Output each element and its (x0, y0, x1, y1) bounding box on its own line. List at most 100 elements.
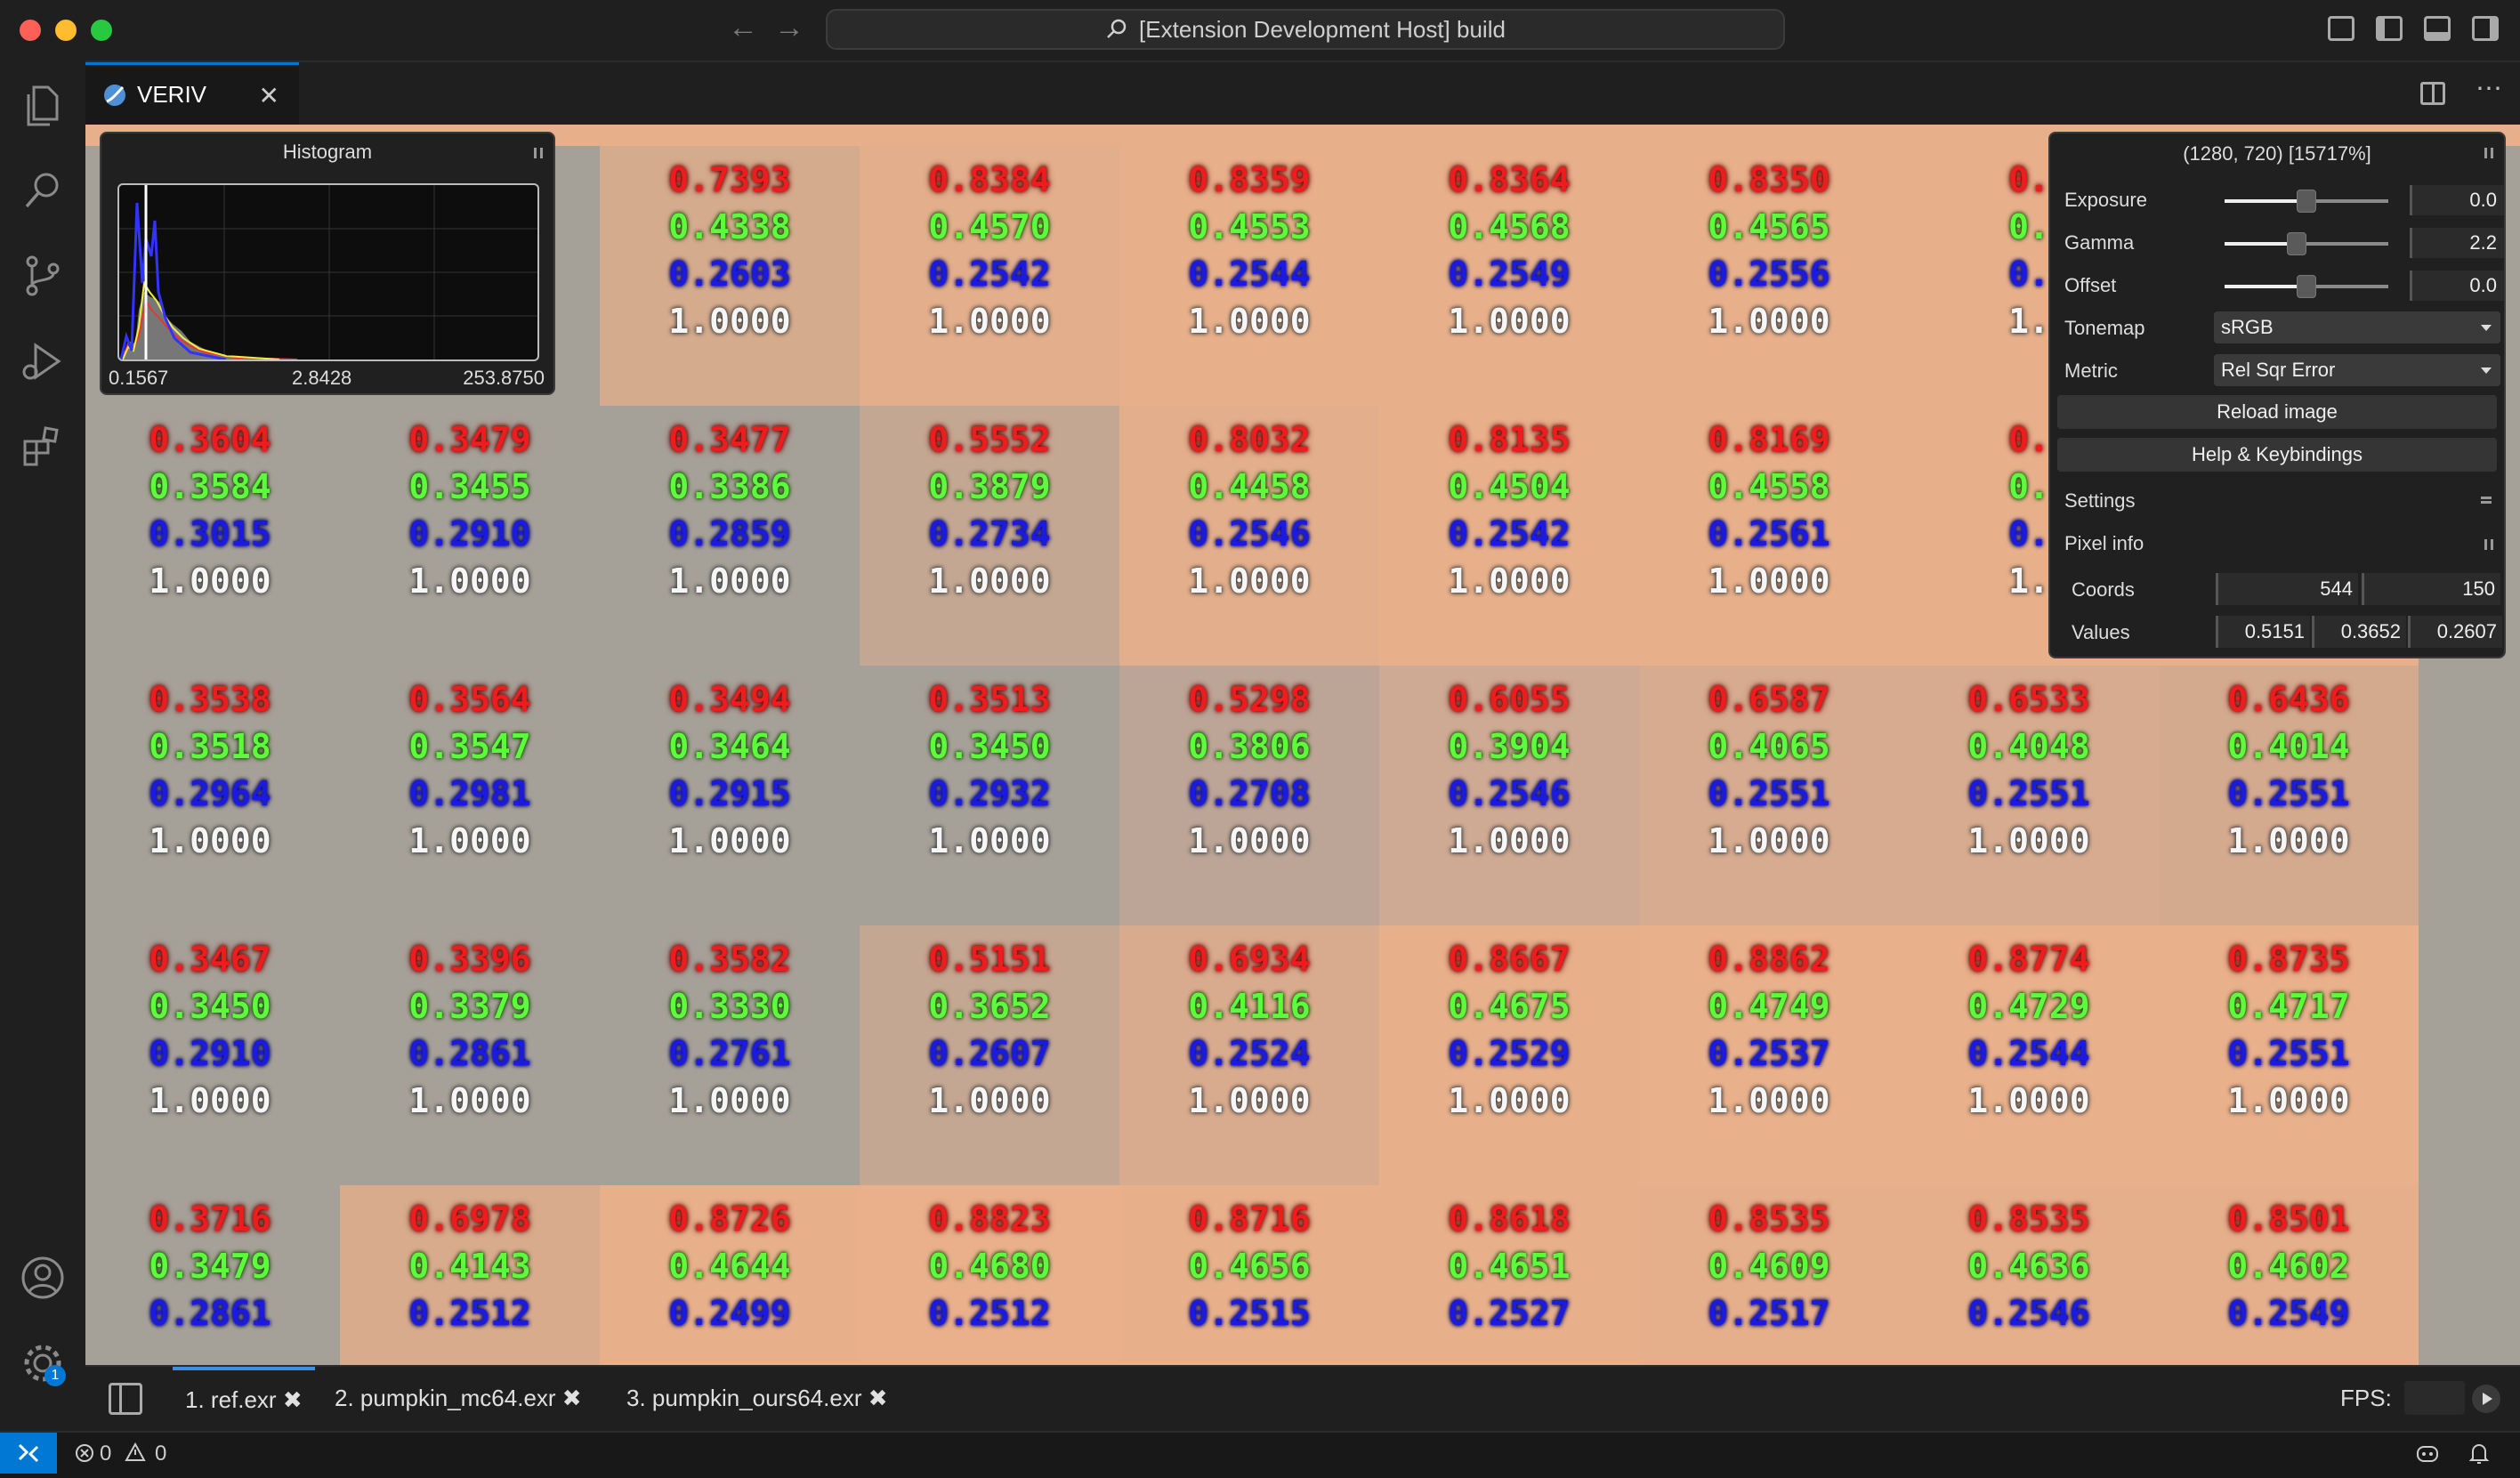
pixel-cell[interactable]: 0.8667 0.4675 0.2529 1.0000 (1379, 925, 1639, 1185)
pixel-cell[interactable]: 0.6587 0.4065 0.2551 1.0000 (1639, 666, 1899, 925)
pixel-cell[interactable]: 0.5151 0.3652 0.2607 1.0000 (860, 925, 1119, 1185)
pixel-cell[interactable]: 0.8726 0.4644 0.2499 (600, 1185, 860, 1365)
search-icon[interactable] (18, 166, 68, 215)
pixel-cell[interactable]: 0.6934 0.4116 0.2524 1.0000 (1119, 925, 1379, 1185)
run-debug-icon[interactable] (18, 336, 68, 386)
gamma-slider[interactable] (2225, 232, 2388, 255)
pixel-value-red: 0.6436 (2227, 680, 2350, 719)
image-tab-2[interactable]: 2. pumpkin_mc64.exr ✖ (322, 1367, 594, 1429)
more-actions-icon[interactable]: ⋯ (2476, 73, 2502, 104)
pixel-cell[interactable]: 0.8032 0.4458 0.2546 1.0000 (1119, 406, 1379, 666)
value-b-field[interactable]: 0.2607 (2408, 616, 2502, 648)
command-center-search[interactable]: [Extension Development Host] build (826, 9, 1785, 50)
pixel-cell[interactable]: 0.8350 0.4565 0.2556 1.0000 (1639, 146, 1899, 406)
pixel-cell[interactable]: 0.3467 0.3450 0.2910 1.0000 (85, 925, 340, 1185)
pixel-cell[interactable]: 0.8384 0.4570 0.2542 1.0000 (860, 146, 1119, 406)
gamma-value[interactable]: 2.2 (2410, 228, 2504, 258)
minimize-window-button[interactable] (55, 20, 77, 41)
settings-section-header[interactable]: Settings (2064, 489, 2136, 513)
account-icon[interactable] (18, 1253, 68, 1303)
pixel-cell[interactable]: 0.8135 0.4504 0.2542 1.0000 (1379, 406, 1639, 666)
pixel-cell[interactable]: 0.6436 0.4014 0.2551 1.0000 (2159, 666, 2419, 925)
pixel-cell[interactable]: 0.8535 0.4636 0.2546 (1899, 1185, 2159, 1365)
pixel-cell[interactable]: 0.8535 0.4609 0.2517 (1639, 1185, 1899, 1365)
offset-slider-handle[interactable] (2297, 275, 2316, 298)
toggle-sidebar-icon[interactable] (2376, 16, 2403, 41)
image-tab-1[interactable]: 1. ref.exr ✖ (173, 1367, 315, 1433)
metric-select[interactable]: Rel Sqr Error (2214, 354, 2500, 386)
pixel-cell[interactable]: 0.3479 0.3455 0.2910 1.0000 (340, 406, 600, 666)
exposure-slider-handle[interactable] (2297, 190, 2316, 213)
split-editor-icon[interactable] (2420, 82, 2445, 105)
toggle-secondary-sidebar-icon[interactable] (2472, 16, 2499, 41)
value-g-field[interactable]: 0.3652 (2312, 616, 2406, 648)
pixel-cell[interactable]: 0.3564 0.3547 0.2981 1.0000 (340, 666, 600, 925)
remote-indicator[interactable] (0, 1433, 57, 1474)
pixel-cell[interactable]: 0.3716 0.3479 0.2861 (85, 1185, 340, 1365)
pixel-cell[interactable]: 0.8618 0.4651 0.2527 (1379, 1185, 1639, 1365)
extensions-icon[interactable] (18, 422, 68, 472)
pixel-value-green: 0.3518 (149, 727, 271, 766)
source-control-icon[interactable] (18, 251, 68, 301)
pixel-cell[interactable]: 0.3513 0.3450 0.2932 1.0000 (860, 666, 1119, 925)
fps-field[interactable] (2404, 1381, 2465, 1415)
pixel-cell[interactable]: 0.3477 0.3386 0.2859 1.0000 (600, 406, 860, 666)
collapse-grip-icon[interactable] (2484, 539, 2493, 550)
pixel-cell[interactable]: 0.8862 0.4749 0.2537 1.0000 (1639, 925, 1899, 1185)
exposure-slider[interactable] (2225, 190, 2388, 213)
gamma-slider-handle[interactable] (2286, 232, 2306, 255)
pixel-cell[interactable]: 0.8501 0.4602 0.2549 (2159, 1185, 2419, 1365)
pixel-cell[interactable]: 0.3582 0.3330 0.2761 1.0000 (600, 925, 860, 1185)
settings-icon[interactable]: 1 (18, 1338, 68, 1388)
offset-value[interactable]: 0.0 (2410, 271, 2504, 301)
reload-image-button[interactable]: Reload image (2057, 395, 2497, 429)
help-keybindings-button[interactable]: Help & Keybindings (2057, 438, 2497, 472)
pixel-cell[interactable]: 0.8364 0.4568 0.2549 1.0000 (1379, 146, 1639, 406)
pixel-cell[interactable]: 0.5552 0.3879 0.2734 1.0000 (860, 406, 1119, 666)
play-button[interactable] (2472, 1385, 2500, 1413)
pixel-cell[interactable]: 0.7393 0.4338 0.2603 1.0000 (600, 146, 860, 406)
notifications-bell-icon[interactable] (2468, 1442, 2490, 1465)
pixel-cell[interactable]: 0.8735 0.4717 0.2551 1.0000 (2159, 925, 2419, 1185)
forward-arrow-icon[interactable]: → (774, 11, 804, 45)
pixel-cell[interactable]: 0.8716 0.4656 0.2515 (1119, 1185, 1379, 1365)
pixel-cell[interactable]: 0.8359 0.4553 0.2544 1.0000 (1119, 146, 1379, 406)
collapse-grip-icon[interactable] (2484, 148, 2493, 158)
offset-slider[interactable] (2225, 275, 2388, 298)
expand-settings-icon[interactable] (2481, 497, 2492, 504)
pixel-cell[interactable]: 0.3396 0.3379 0.2861 1.0000 (340, 925, 600, 1185)
pixel-cell[interactable]: 0.3538 0.3518 0.2964 1.0000 (85, 666, 340, 925)
pixel-cell[interactable]: 0.8169 0.4558 0.2561 1.0000 (1639, 406, 1899, 666)
image-tab-3[interactable]: 3. pumpkin_ours64.exr ✖ (614, 1367, 901, 1429)
gamma-label: Gamma (2064, 231, 2135, 254)
toggle-panel-icon[interactable] (2424, 16, 2451, 41)
warning-count[interactable]: 0 (155, 1442, 166, 1466)
pixel-cell[interactable]: 0.8823 0.4680 0.2512 (860, 1185, 1119, 1365)
pixel-cell[interactable]: 0.8774 0.4729 0.2544 1.0000 (1899, 925, 2159, 1185)
back-arrow-icon[interactable]: ← (728, 11, 758, 45)
zoom-window-button[interactable] (91, 20, 112, 41)
exposure-value[interactable]: 0.0 (2410, 185, 2504, 215)
error-count[interactable]: 0 (100, 1442, 111, 1466)
collapse-grip-icon[interactable] (534, 148, 543, 158)
close-tab-icon[interactable]: ✕ (259, 81, 279, 110)
tab-veriv[interactable]: VERIV ✕ (85, 62, 299, 125)
pixel-value-green: 0.3904 (1448, 727, 1571, 766)
pixel-cell[interactable]: 0.3494 0.3464 0.2915 1.0000 (600, 666, 860, 925)
pixel-cell[interactable]: 0.6978 0.4143 0.2512 (340, 1185, 600, 1365)
pixel-info-section-header[interactable]: Pixel info (2064, 532, 2144, 555)
tonemap-select[interactable]: sRGB (2214, 311, 2500, 343)
copilot-icon[interactable] (2415, 1442, 2440, 1465)
coords-y-field[interactable]: 150 (2362, 573, 2500, 605)
close-window-button[interactable] (20, 20, 41, 41)
customize-layout-icon[interactable] (2328, 16, 2354, 41)
toggle-sidebar-icon[interactable] (109, 1383, 142, 1415)
value-r-field[interactable]: 0.5151 (2216, 616, 2310, 648)
pixel-cell[interactable]: 0.6533 0.4048 0.2551 1.0000 (1899, 666, 2159, 925)
explorer-icon[interactable] (18, 80, 68, 130)
pixel-cell[interactable]: 0.5298 0.3806 0.2708 1.0000 (1119, 666, 1379, 925)
pixel-cell[interactable]: 0.3604 0.3584 0.3015 1.0000 (85, 406, 340, 666)
pixel-cell[interactable]: 0.6055 0.3904 0.2546 1.0000 (1379, 666, 1639, 925)
pixel-value-alpha: 1.0000 (1708, 302, 1830, 341)
coords-x-field[interactable]: 544 (2216, 573, 2358, 605)
